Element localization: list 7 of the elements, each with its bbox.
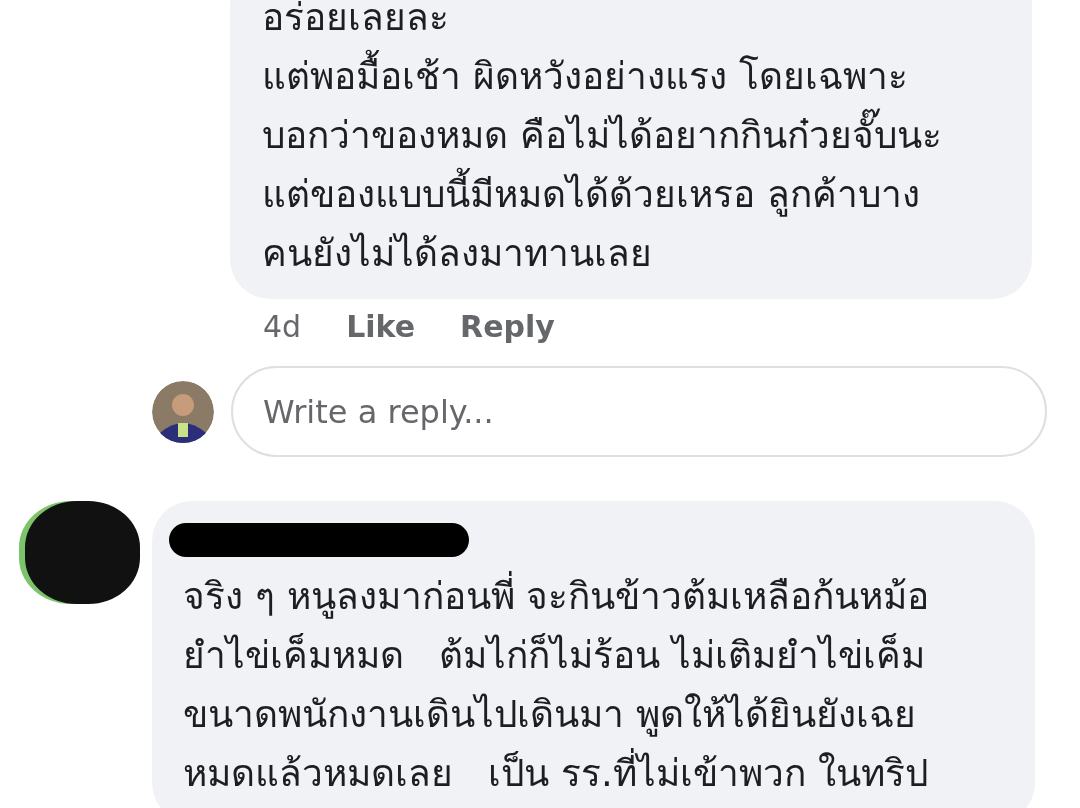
comment-text: จริง ๆ หนูลงมาก่อนพี่ จะกินข้าวต้มเหลือก้นหม้อ ยำไข่เค็มหมด ต้มไก่ก็ไม่ร้อน ไม่เติมยำไข่เค็ม ขนาดพนักงานเดินไปเดินมา พูดให้ได้ยินยังเฉย หมดแล้วหมดเลย เป็น รร.ที่ไม่เข้าพวก ในทริป (183, 567, 1015, 803)
reply-input-field[interactable]: Write a reply... (231, 366, 1047, 457)
avatar (152, 380, 214, 443)
comment-text: อร่อยเลยละ แต่พอมื้อเช้า ผิดหวังอย่างแรง โดยเฉพาะ บอกว่าของหมด คือไม่ได้อยากกินก๋วยจั๊บนะ แต่ของแบบนี้มีหมดได้ด้วยเหรอ ลูกค้าบาง คนยังไม่ได้ลงมาทานเลย (262, 0, 943, 277)
comment-time: 4d (263, 309, 302, 344)
comment-action-link[interactable]: Like (346, 309, 416, 344)
comment-action-link[interactable]: Reply (460, 309, 555, 344)
